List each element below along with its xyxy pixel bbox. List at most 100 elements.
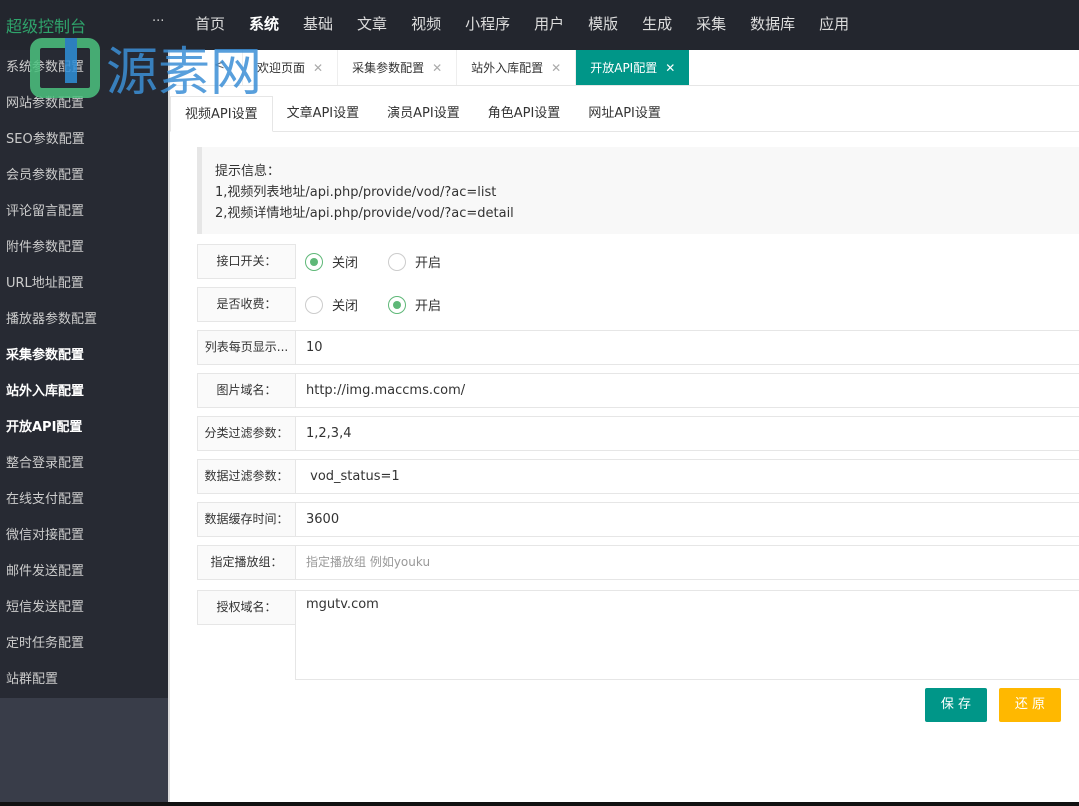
radio-switch-on[interactable]: 开启 <box>388 252 441 271</box>
sub-tabs: 视频API设置 文章API设置 演员API设置 角色API设置 网址API设置 <box>170 96 1079 132</box>
field-label: 列表每页显示... <box>197 330 296 365</box>
subtab-role-api[interactable]: 角色API设置 <box>474 96 575 131</box>
nav-system[interactable]: 系统 <box>237 0 291 48</box>
radio-label: 开启 <box>415 299 442 314</box>
nav-video[interactable]: 视频 <box>399 0 453 48</box>
tab-welcome[interactable]: 欢迎页面 ✕ <box>242 50 337 85</box>
reset-button[interactable]: 还 原 <box>999 688 1061 722</box>
sidebar-item[interactable]: 播放器参数配置 <box>0 302 168 338</box>
sidebar-item[interactable]: 评论留言配置 <box>0 194 168 230</box>
radio-unchecked-icon <box>388 252 406 271</box>
radio-unchecked-icon <box>305 295 323 314</box>
nav-miniapp[interactable]: 小程序 <box>453 0 522 48</box>
nav-article[interactable]: 文章 <box>345 0 399 48</box>
sidebar: 系统参数配置 网站参数配置 SEO参数配置 会员参数配置 评论留言配置 附件参数配置 URL… <box>0 50 168 802</box>
close-icon[interactable]: ✕ <box>313 61 323 75</box>
field-label: 数据过滤参数： <box>197 459 296 494</box>
sidebar-item[interactable]: 附件参数配置 <box>0 230 168 266</box>
sidebar-list: 系统参数配置 网站参数配置 SEO参数配置 会员参数配置 评论留言配置 附件参数配置 URL… <box>0 50 168 698</box>
sidebar-item[interactable]: 会员参数配置 <box>0 158 168 194</box>
more-icon[interactable]: ··· <box>152 14 164 29</box>
sidebar-item[interactable]: 短信发送配置 <box>0 590 168 626</box>
close-icon[interactable]: ✕ <box>551 61 561 75</box>
nav-apps[interactable]: 应用 <box>807 0 861 48</box>
tab-label: 欢迎页面 <box>257 61 306 75</box>
close-icon[interactable]: ✕ <box>432 61 442 75</box>
play-group-input[interactable]: 指定播放组 例如youku <box>295 545 1079 580</box>
auth-domain-textarea[interactable]: mgutv.com <box>295 590 1079 680</box>
sidebar-item[interactable]: 邮件发送配置 <box>0 554 168 590</box>
field-label: 分类过滤参数： <box>197 416 296 451</box>
sidebar-item[interactable]: 在线支付配置 <box>0 482 168 518</box>
sidebar-item[interactable]: 站外入库配置 <box>0 374 168 410</box>
radio-checked-icon <box>305 252 323 271</box>
subtab-video-api[interactable]: 视频API设置 <box>170 96 273 132</box>
tab-label: 开放API配置 <box>590 61 658 75</box>
cache-time-input[interactable]: 3600 <box>295 502 1079 537</box>
sidebar-item[interactable]: SEO参数配置 <box>0 122 168 158</box>
nav-basic[interactable]: 基础 <box>291 0 345 48</box>
tip-line: 2,视频详情地址/api.php/provide/vod/?ac=detail <box>215 206 514 221</box>
sidebar-item[interactable]: 系统参数配置 <box>0 50 168 86</box>
sidebar-item[interactable]: 网站参数配置 <box>0 86 168 122</box>
switch-row: 接口开关： 关闭 开启 <box>197 244 1079 279</box>
page-tabs: < 欢迎页面 ✕ 采集参数配置 ✕ 站外入库配置 ✕ 开放API配置 ✕ <box>170 50 1079 86</box>
tab-label: 站外入库配置 <box>471 61 544 75</box>
nav-home[interactable]: 首页 <box>183 0 237 48</box>
tab-collect-config[interactable]: 采集参数配置 ✕ <box>337 50 456 85</box>
brand-title: 超级控制台 <box>6 17 87 36</box>
tab-label: 采集参数配置 <box>352 61 425 75</box>
category-filter-input[interactable]: 1,2,3,4 <box>295 416 1079 451</box>
bottom-strip <box>0 802 1079 806</box>
play-group-row: 指定播放组： 指定播放组 例如youku <box>197 545 1079 580</box>
field-label: 接口开关： <box>197 244 296 279</box>
sidebar-item[interactable]: 采集参数配置 <box>0 338 168 374</box>
tip-title: 提示信息： <box>215 164 281 179</box>
field-label: 是否收费： <box>197 287 296 322</box>
radio-label: 关闭 <box>332 256 359 271</box>
page-size-input[interactable]: 10 <box>295 330 1079 365</box>
top-bar: 超级控制台 ··· 首页 系统 基础 文章 视频 小程序 用户 模版 生成 采集… <box>0 0 1079 50</box>
subtab-article-api[interactable]: 文章API设置 <box>273 96 374 131</box>
save-button[interactable]: 保 存 <box>925 688 987 722</box>
top-nav: 首页 系统 基础 文章 视频 小程序 用户 模版 生成 采集 数据库 应用 <box>183 0 861 48</box>
sidebar-item[interactable]: 站群配置 <box>0 662 168 698</box>
page-size-row: 列表每页显示... 10 <box>197 330 1079 365</box>
subtab-website-api[interactable]: 网址API设置 <box>574 96 675 131</box>
cache-time-row: 数据缓存时间： 3600 <box>197 502 1079 537</box>
image-domain-row: 图片域名： http://img.maccms.com/ <box>197 373 1079 408</box>
nav-template[interactable]: 模版 <box>576 0 630 48</box>
field-label: 数据缓存时间： <box>197 502 296 537</box>
close-icon[interactable]: ✕ <box>665 61 675 75</box>
nav-generate[interactable]: 生成 <box>630 0 684 48</box>
tip-line: 1,视频列表地址/api.php/provide/vod/?ac=list <box>215 185 497 200</box>
sidebar-item[interactable]: 整合登录配置 <box>0 446 168 482</box>
nav-user[interactable]: 用户 <box>522 0 576 48</box>
main-panel: < 欢迎页面 ✕ 采集参数配置 ✕ 站外入库配置 ✕ 开放API配置 ✕ 视频API设置… <box>168 50 1079 802</box>
image-domain-input[interactable]: http://img.maccms.com/ <box>295 373 1079 408</box>
radio-charge-off[interactable]: 关闭 <box>305 295 358 314</box>
field-label: 指定播放组： <box>197 545 296 580</box>
radio-label: 开启 <box>415 256 442 271</box>
field-label: 授权域名： <box>197 590 296 625</box>
sidebar-item[interactable]: 开放API配置 <box>0 410 168 446</box>
field-label: 图片域名： <box>197 373 296 408</box>
data-filter-input[interactable]: vod_status=1 <box>295 459 1079 494</box>
radio-switch-off[interactable]: 关闭 <box>305 252 358 271</box>
subtab-actor-api[interactable]: 演员API设置 <box>373 96 474 131</box>
radio-checked-icon <box>388 295 406 314</box>
nav-database[interactable]: 数据库 <box>738 0 807 48</box>
nav-collect[interactable]: 采集 <box>684 0 738 48</box>
tab-external-import[interactable]: 站外入库配置 ✕ <box>456 50 575 85</box>
radio-label: 关闭 <box>332 299 359 314</box>
charge-row: 是否收费： 关闭 开启 <box>197 287 1079 322</box>
sidebar-item[interactable]: 定时任务配置 <box>0 626 168 662</box>
data-filter-row: 数据过滤参数： vod_status=1 <box>197 459 1079 494</box>
tab-open-api[interactable]: 开放API配置 ✕ <box>575 50 690 85</box>
radio-charge-on[interactable]: 开启 <box>388 295 441 314</box>
chevron-left-icon[interactable]: < <box>214 58 225 73</box>
sidebar-item[interactable]: 微信对接配置 <box>0 518 168 554</box>
sidebar-item[interactable]: URL地址配置 <box>0 266 168 302</box>
category-filter-row: 分类过滤参数： 1,2,3,4 <box>197 416 1079 451</box>
tip-box: 提示信息： 1,视频列表地址/api.php/provide/vod/?ac=l… <box>197 147 1079 234</box>
